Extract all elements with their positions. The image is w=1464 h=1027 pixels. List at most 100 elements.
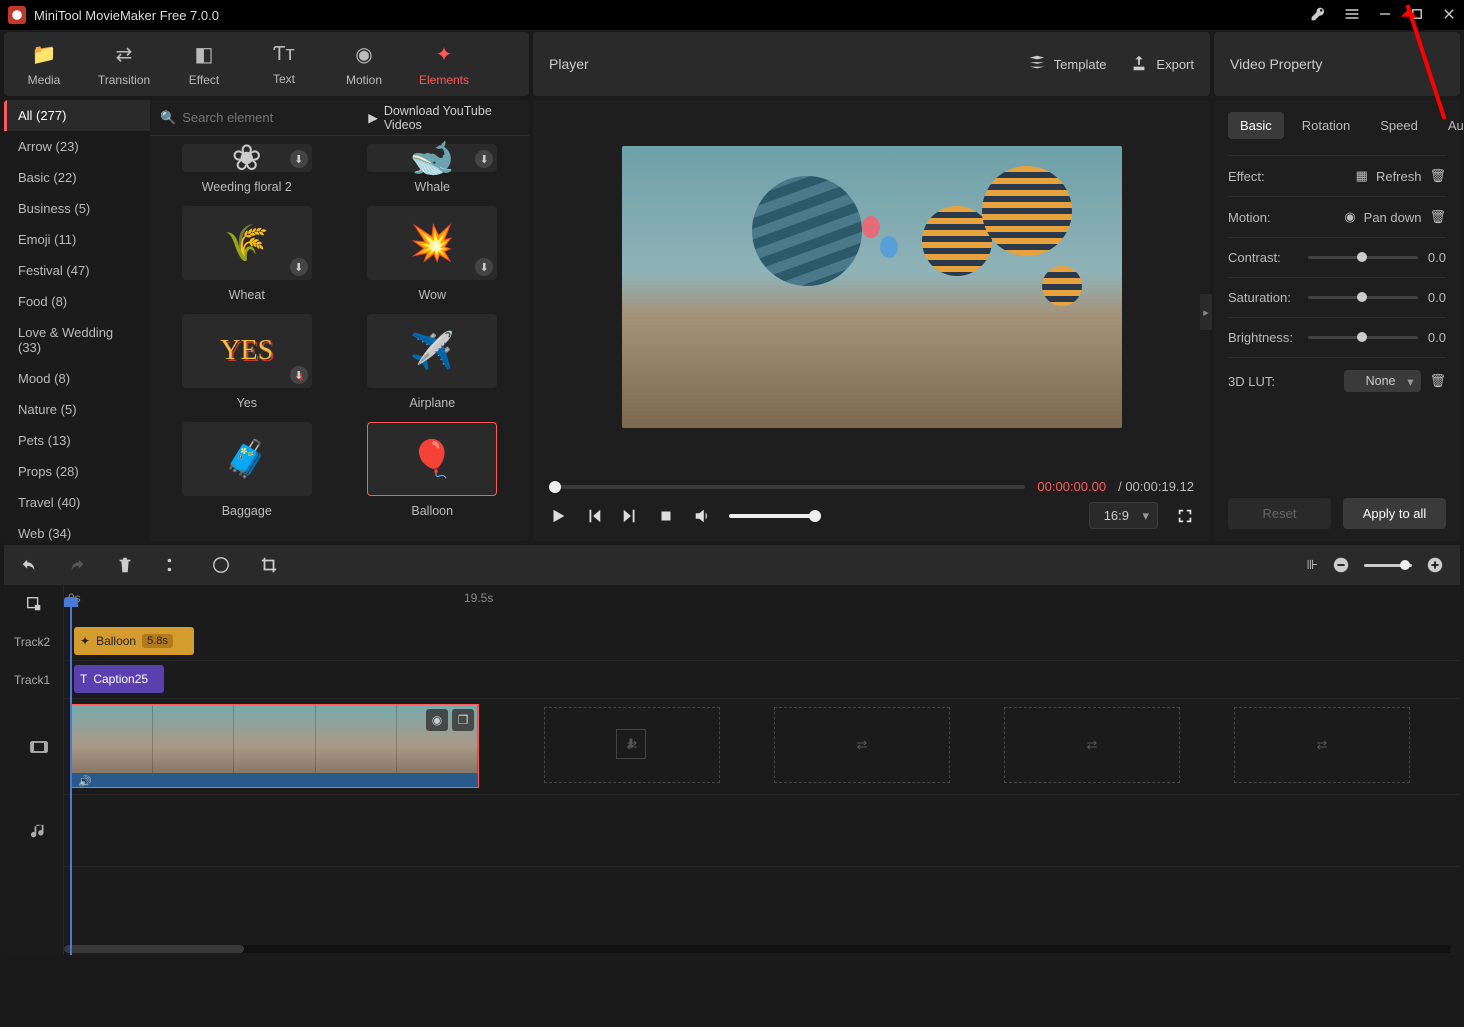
collapse-property-toggle[interactable]: ▸ [1200,294,1212,330]
saturation-slider[interactable] [1308,296,1418,299]
track-label-1[interactable]: Track1 [4,661,63,699]
tab-motion[interactable]: ◉ Motion [324,32,404,96]
element-name: Airplane [409,396,455,410]
category-item[interactable]: Travel (40) [4,487,150,518]
aspect-ratio-select[interactable]: 16:9 [1089,502,1158,529]
video-clip[interactable]: 🔊 ◉ ❐ [71,704,479,788]
element-card[interactable]: ✈️Airplane [352,314,514,410]
zoom-out-button[interactable] [1332,556,1350,574]
element-card[interactable]: 🎈Balloon [352,422,514,518]
tab-transition[interactable]: ⇄ Transition [84,32,164,96]
download-icon[interactable]: ⬇ [290,366,308,384]
element-card[interactable]: 💥⬇Wow [352,206,514,302]
track-label-2[interactable]: Track2 [4,623,63,661]
effect-value[interactable]: Refresh [1376,169,1422,184]
download-icon[interactable]: ⬇ [290,150,308,168]
speed-button[interactable] [212,556,230,574]
progress-slider[interactable] [549,485,1025,489]
clip-copy-icon[interactable]: ❐ [452,709,474,731]
zoom-in-button[interactable] [1426,556,1444,574]
lut-select[interactable]: None [1344,370,1422,392]
category-item[interactable]: Basic (22) [4,162,150,193]
category-item[interactable]: Props (28) [4,456,150,487]
drop-slot[interactable]: ⇄ [1004,707,1180,783]
track-1[interactable]: T Caption25 [64,661,1460,699]
trash-icon[interactable]: 🗑 [1429,209,1446,225]
category-item[interactable]: Mood (8) [4,363,150,394]
element-card[interactable]: ❀⬇Weeding floral 2 [166,144,328,194]
clip-motion-icon[interactable]: ◉ [426,709,448,731]
drop-slot[interactable]: ⇄ [774,707,950,783]
delete-button[interactable] [116,556,134,574]
category-item[interactable]: Emoji (11) [4,224,150,255]
prop-tab-rotation[interactable]: Rotation [1290,112,1362,139]
tab-elements[interactable]: ✦ Elements [404,32,484,96]
undo-button[interactable] [20,556,38,574]
download-youtube-link[interactable]: ▶ Download YouTube Videos [368,104,519,132]
video-track-icon[interactable] [4,699,63,795]
category-item[interactable]: Pets (13) [4,425,150,456]
download-icon[interactable]: ⬇ [290,258,308,276]
add-track-button[interactable] [4,585,63,623]
template-button[interactable]: Template [1028,54,1107,75]
text-clip[interactable]: T Caption25 [74,665,164,693]
audio-track-icon[interactable] [4,795,63,867]
apply-all-button[interactable]: Apply to all [1343,498,1446,529]
element-card[interactable]: YES⬇Yes [166,314,328,410]
drop-slot[interactable]: ⇄ [1234,707,1410,783]
category-item[interactable]: Web (34) [4,518,150,541]
playhead[interactable] [70,603,72,955]
category-item[interactable]: Festival (47) [4,255,150,286]
tab-text[interactable]: Ƭᴛ Text [244,32,324,96]
trash-icon[interactable]: 🗑 [1429,168,1446,184]
redo-button[interactable] [68,556,86,574]
volume-slider[interactable] [729,514,821,518]
reset-button[interactable]: Reset [1228,498,1331,529]
add-media-icon[interactable]: ⬇ [616,729,646,759]
category-item[interactable]: Business (5) [4,193,150,224]
export-button[interactable]: Export [1130,54,1194,75]
category-item[interactable]: Love & Wedding (33) [4,317,150,363]
category-item[interactable]: All (277) [4,100,150,131]
track-2[interactable]: ✦ Balloon 5.8s [64,623,1460,661]
download-icon[interactable]: ⬇ [475,150,493,168]
brightness-slider[interactable] [1308,336,1418,339]
prop-tab-basic[interactable]: Basic [1228,112,1284,139]
tab-media[interactable]: 📁 Media [4,32,84,96]
category-item[interactable]: Arrow (23) [4,131,150,162]
category-list[interactable]: All (277) Arrow (23) Basic (22) Business… [4,100,150,541]
timeline-scrollbar[interactable] [64,945,1450,953]
element-card[interactable]: 🧳Baggage [166,422,328,518]
prop-tab-audio[interactable]: Audio [1436,112,1464,139]
search-input[interactable] [182,110,358,125]
audio-track[interactable] [64,795,1460,867]
trash-icon[interactable]: 🗑 [1429,373,1446,389]
video-preview[interactable] [622,146,1122,428]
element-card[interactable]: 🐋⬇Whale [352,144,514,194]
play-button[interactable] [549,507,567,525]
prev-frame-button[interactable] [585,507,603,525]
window-minimize-button[interactable] [1378,7,1392,24]
fullscreen-button[interactable] [1176,507,1194,525]
volume-icon[interactable] [693,507,711,525]
element-card[interactable]: 🌾⬇Wheat [166,206,328,302]
stop-button[interactable] [657,507,675,525]
category-item[interactable]: Food (8) [4,286,150,317]
license-key-icon[interactable] [1310,6,1326,25]
tab-effect[interactable]: ◧ Effect [164,32,244,96]
next-frame-button[interactable] [621,507,639,525]
crop-button[interactable] [260,556,278,574]
time-ruler[interactable]: 0s 19.5s [64,585,1460,623]
split-button[interactable] [164,556,182,574]
prop-tab-speed[interactable]: Speed [1368,112,1430,139]
download-icon[interactable]: ⬇ [475,258,493,276]
zoom-fit-icon[interactable]: ⊪ [1307,557,1318,573]
element-clip[interactable]: ✦ Balloon 5.8s [74,627,194,655]
category-item[interactable]: Nature (5) [4,394,150,425]
video-track[interactable]: 🔊 ◉ ❐ ⇄ ⇄ ⇄ ⇄ ⬇ [64,699,1460,795]
contrast-slider[interactable] [1308,256,1418,259]
motion-value[interactable]: Pan down [1364,210,1422,225]
window-close-button[interactable] [1442,7,1456,24]
hamburger-menu-icon[interactable] [1344,6,1360,25]
zoom-slider[interactable] [1364,564,1412,567]
